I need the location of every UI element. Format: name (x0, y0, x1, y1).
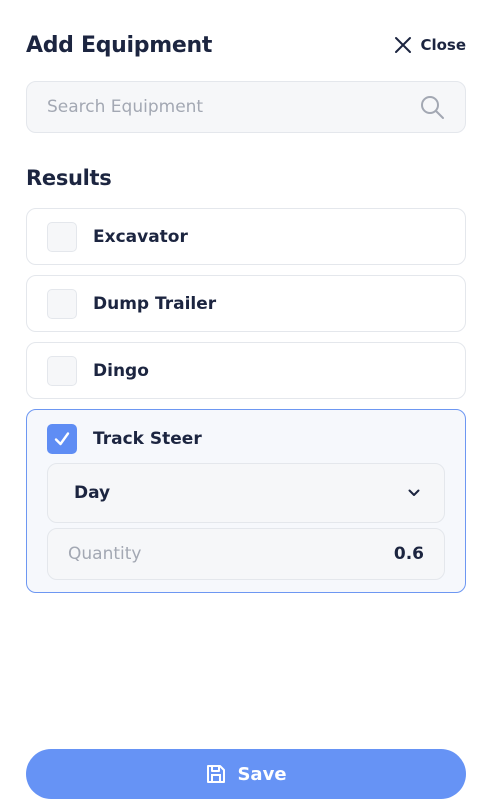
results-title: Results (26, 166, 112, 190)
list-item-label: Excavator (93, 226, 188, 247)
save-icon (207, 765, 226, 783)
search-bar (26, 81, 466, 133)
search-input[interactable] (47, 97, 419, 117)
list-item-excavator[interactable]: Excavator (26, 208, 466, 265)
rate-select-value: Day (74, 483, 111, 503)
close-icon (395, 37, 412, 53)
chevron-down-icon (408, 489, 420, 496)
checkbox[interactable] (47, 221, 77, 252)
quantity-label: Quantity (68, 544, 142, 564)
checkbox[interactable] (47, 288, 77, 319)
list-item-label: Dingo (93, 360, 149, 381)
list-item-label: Track Steer (93, 429, 202, 449)
list-item-dump-trailer[interactable]: Dump Trailer (26, 275, 466, 332)
close-label: Close (420, 36, 466, 54)
rate-select[interactable]: Day (47, 463, 445, 523)
page-title: Add Equipment (26, 32, 213, 58)
checkbox[interactable] (47, 355, 77, 386)
quantity-field[interactable]: Quantity 0.6 (47, 528, 445, 580)
list-item-dingo[interactable]: Dingo (26, 342, 466, 399)
search-icon[interactable] (419, 94, 445, 120)
list-item-row[interactable]: Track Steer (47, 424, 202, 454)
list-item-label: Dump Trailer (93, 293, 217, 314)
checkbox-checked[interactable] (47, 424, 77, 454)
header: Add Equipment Close (26, 30, 466, 60)
close-button[interactable]: Close (394, 36, 466, 54)
list-item-track-steer: Track Steer Day Quantity 0.6 (26, 409, 466, 593)
save-label: Save (237, 763, 287, 785)
save-button[interactable]: Save (26, 749, 466, 799)
checkmark-icon (54, 432, 70, 446)
quantity-value[interactable]: 0.6 (394, 544, 424, 564)
